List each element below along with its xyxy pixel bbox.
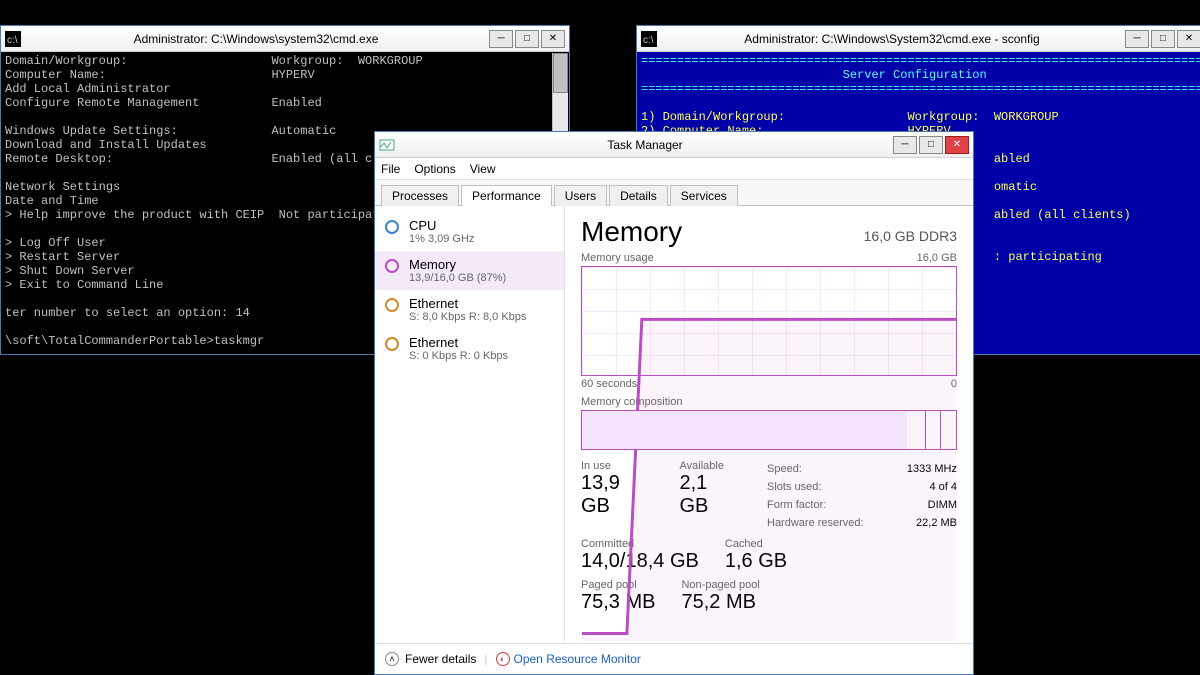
footer: ˄ Fewer details | ◐ Open Resource Monito… xyxy=(375,643,973,673)
memory-usage-graph[interactable] xyxy=(581,266,957,376)
menu-options[interactable]: Options xyxy=(414,162,455,176)
minimize-button[interactable]: ─ xyxy=(1125,30,1149,48)
sidebar-item-ethernet-2[interactable]: Ethernet S: 0 Kbps R: 0 Kbps xyxy=(375,329,564,368)
minimize-button[interactable]: ─ xyxy=(489,30,513,48)
titlebar[interactable]: Task Manager ─ □ ✕ xyxy=(375,132,973,158)
ethernet-ring-icon xyxy=(385,337,399,351)
resource-monitor-icon: ◐ xyxy=(496,652,510,666)
tab-processes[interactable]: Processes xyxy=(381,185,459,206)
maximize-button[interactable]: □ xyxy=(1151,30,1175,48)
graph-label: Memory usage xyxy=(581,252,654,264)
window-title: Administrator: C:\Windows\System32\cmd.e… xyxy=(661,32,1123,46)
cpu-ring-icon xyxy=(385,220,399,234)
cmd-icon: c:\ xyxy=(641,31,657,47)
sidebar-sub: 1% 3,09 GHz xyxy=(409,233,474,245)
sidebar-sub: S: 8,0 Kbps R: 8,0 Kbps xyxy=(409,311,526,323)
sidebar-label: Memory xyxy=(409,257,506,272)
menu-file[interactable]: File xyxy=(381,162,400,176)
tab-details[interactable]: Details xyxy=(609,185,668,206)
maximize-button[interactable]: □ xyxy=(919,136,943,154)
tab-performance[interactable]: Performance xyxy=(461,185,552,206)
tab-services[interactable]: Services xyxy=(670,185,738,206)
taskmgr-icon xyxy=(379,137,395,153)
task-manager-window[interactable]: Task Manager ─ □ ✕ File Options View Pro… xyxy=(374,131,974,675)
graph-max: 16,0 GB xyxy=(917,252,957,264)
svg-text:c:\: c:\ xyxy=(7,35,18,46)
cmd-icon: c:\ xyxy=(5,31,21,47)
close-button[interactable]: ✕ xyxy=(541,30,565,48)
performance-main: Memory 16,0 GB DDR3 Memory usage16,0 GB … xyxy=(565,206,973,643)
sidebar-label: Ethernet xyxy=(409,335,508,350)
close-button[interactable]: ✕ xyxy=(945,136,969,154)
composition-used xyxy=(582,411,907,449)
memory-ring-icon xyxy=(385,259,399,273)
tab-users[interactable]: Users xyxy=(554,185,607,206)
tab-bar: Processes Performance Users Details Serv… xyxy=(375,180,973,206)
sidebar-sub: S: 0 Kbps R: 0 Kbps xyxy=(409,350,508,362)
menubar: File Options View xyxy=(375,158,973,180)
maximize-button[interactable]: □ xyxy=(515,30,539,48)
ethernet-ring-icon xyxy=(385,298,399,312)
titlebar[interactable]: c:\ Administrator: C:\Windows\system32\c… xyxy=(1,26,569,52)
sidebar-sub: 13,9/16,0 GB (87%) xyxy=(409,272,506,284)
open-resource-monitor-link[interactable]: Open Resource Monitor xyxy=(514,652,641,666)
sidebar-item-ethernet-1[interactable]: Ethernet S: 8,0 Kbps R: 8,0 Kbps xyxy=(375,290,564,329)
minimize-button[interactable]: ─ xyxy=(893,136,917,154)
scrollbar-thumb[interactable] xyxy=(553,53,568,93)
sidebar-label: Ethernet xyxy=(409,296,526,311)
sidebar-item-memory[interactable]: Memory 13,9/16,0 GB (87%) xyxy=(375,251,564,290)
resource-sidebar: CPU 1% 3,09 GHz Memory 13,9/16,0 GB (87%… xyxy=(375,206,565,643)
memory-composition-bar[interactable] xyxy=(581,410,957,450)
window-title: Task Manager xyxy=(399,138,891,152)
memory-spec: 16,0 GB DDR3 xyxy=(864,228,957,244)
sidebar-label: CPU xyxy=(409,218,474,233)
fewer-details-link[interactable]: Fewer details xyxy=(405,652,476,666)
composition-divider xyxy=(925,411,926,449)
svg-text:c:\: c:\ xyxy=(643,35,654,46)
titlebar[interactable]: c:\ Administrator: C:\Windows\System32\c… xyxy=(637,26,1200,52)
close-button[interactable]: ✕ xyxy=(1177,30,1200,48)
page-title: Memory xyxy=(581,216,682,248)
window-title: Administrator: C:\Windows\system32\cmd.e… xyxy=(25,32,487,46)
menu-view[interactable]: View xyxy=(470,162,496,176)
chevron-up-icon[interactable]: ˄ xyxy=(385,652,399,666)
composition-divider xyxy=(940,411,941,449)
sidebar-item-cpu[interactable]: CPU 1% 3,09 GHz xyxy=(375,212,564,251)
